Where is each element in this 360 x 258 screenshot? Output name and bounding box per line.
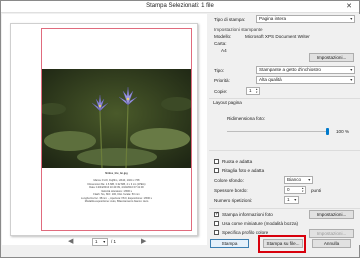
resize-value: 100 %	[336, 129, 350, 134]
thumbnails-checkbox[interactable]	[214, 221, 219, 226]
bg-color-select[interactable]: Bianco ▼	[284, 176, 313, 184]
border-thickness-value: 0	[287, 187, 290, 192]
rotate-fit-label: Ruota e adatta	[222, 159, 253, 164]
priority-select[interactable]: Alta qualità ▼	[256, 76, 355, 84]
printer-settings-button[interactable]: Impostazioni...	[309, 53, 354, 62]
next-page-icon[interactable]: ▶	[141, 238, 146, 245]
color-profile-checkbox[interactable]	[214, 230, 219, 235]
resize-slider-thumb[interactable]	[326, 128, 329, 135]
divider	[209, 150, 360, 151]
printable-area-guide: Ninfee_blu_bn.jpg Marca: FUJI, Fujifilm,…	[41, 28, 192, 231]
bg-color-value: Bianco	[287, 177, 302, 182]
print-type-label: Tipo di stampa:	[214, 17, 246, 22]
copies-label: Copie:	[214, 89, 228, 94]
bg-color-label: Colore sfondo:	[214, 178, 244, 183]
page-total: / 1	[111, 239, 117, 244]
print-info-checkbox[interactable]	[214, 211, 219, 217]
priority-value: Alta qualità	[259, 77, 282, 82]
preview-page: Ninfee_blu_bn.jpg Marca: FUJI, Fujifilm,…	[10, 23, 198, 236]
chevron-down-icon: ▼	[349, 17, 353, 21]
print-type-select[interactable]: Pagina intera ▼	[256, 15, 355, 23]
chevron-down-icon: ▼	[307, 178, 311, 182]
model-value: Microsoft XPS Document Writer	[245, 34, 310, 39]
settings-panel: Tipo di stampa: Pagina intera ▼ Impostaz…	[209, 14, 360, 245]
preview-photo	[42, 69, 191, 168]
layout-section-title: Layout pagina	[213, 100, 242, 105]
photo-caption-title: Ninfee_blu_bn.jpg	[105, 172, 128, 175]
crop-fit-checkbox[interactable]	[214, 168, 219, 173]
print-info-label: Stampa informazioni foto	[222, 212, 273, 217]
caption-line: Modalità esposizione: Auto, Bilanciament…	[84, 200, 149, 203]
copies-value: 1	[249, 88, 252, 93]
chevron-down-icon: ▼	[349, 78, 353, 82]
type-select[interactable]: Stampante a getto d'inchiostro ▼	[256, 66, 355, 74]
divider	[209, 208, 360, 209]
print-preview-area: Ninfee_blu_bn.jpg Marca: FUJI, Fujifilm,…	[2, 14, 207, 245]
cancel-button[interactable]: Annulla	[312, 239, 351, 248]
stepper-arrows-icon[interactable]: ▲ ▼	[302, 187, 304, 193]
highlight-box	[258, 235, 306, 253]
copies-stepper[interactable]: 1 ▲ ▼	[246, 87, 260, 95]
page-number-select[interactable]: 1 ▼	[92, 238, 108, 246]
chevron-down-icon: ▼	[102, 240, 106, 244]
paper-value: A4	[221, 48, 227, 53]
priority-label: Priorità:	[214, 78, 230, 83]
divider	[209, 98, 360, 99]
info-settings-button[interactable]: Impostazioni...	[309, 210, 354, 219]
stepper-arrows-icon[interactable]: ▲ ▼	[256, 88, 258, 94]
rotate-fit-checkbox[interactable]	[214, 159, 219, 164]
model-label: Modello:	[214, 34, 232, 39]
paper-label: Carta:	[214, 41, 227, 46]
print-type-value: Pagina intera	[259, 16, 287, 21]
resize-slider-track[interactable]	[227, 131, 329, 132]
preview-navigation: ◀ 1 ▼ / 1 ▶	[2, 235, 208, 249]
dialog-title: Stampa Selezionati: 1 file	[146, 3, 214, 9]
chevron-down-icon: ▼	[293, 198, 297, 202]
crop-fit-label: Ritaglia foto e adatta	[222, 168, 265, 173]
resize-label: Ridimensiona foto:	[227, 116, 266, 121]
print-dialog: Stampa Selezionati: 1 file ✕ Ninfee_blu_…	[0, 0, 360, 258]
printer-settings-heading: Impostazioni stampante	[214, 27, 263, 32]
color-profile-settings-button[interactable]: Impostazioni...	[309, 229, 354, 238]
title-bar: Stampa Selezionati: 1 file ✕	[1, 1, 359, 13]
prev-page-icon[interactable]: ◀	[68, 238, 73, 245]
thumbnails-label: Usa come miniature (modalità bozza)	[222, 221, 299, 226]
repetitions-value: 1	[287, 197, 290, 202]
print-button[interactable]: Stampa	[210, 239, 249, 248]
repetitions-select[interactable]: 1 ▼	[284, 196, 299, 204]
chevron-down-icon: ▼	[349, 68, 353, 72]
border-unit: punti	[311, 188, 321, 193]
repetitions-label: Numero ripetizioni:	[214, 198, 253, 203]
water-lily-photo	[42, 69, 191, 168]
border-thickness-stepper[interactable]: 0 ▲ ▼	[284, 186, 306, 194]
border-thickness-label: Spessore bordo:	[214, 188, 248, 193]
type-value: Stampante a getto d'inchiostro	[259, 67, 321, 72]
close-icon[interactable]: ✕	[342, 2, 356, 11]
page-number-value: 1	[95, 239, 98, 244]
type-label: Tipo:	[214, 68, 225, 73]
